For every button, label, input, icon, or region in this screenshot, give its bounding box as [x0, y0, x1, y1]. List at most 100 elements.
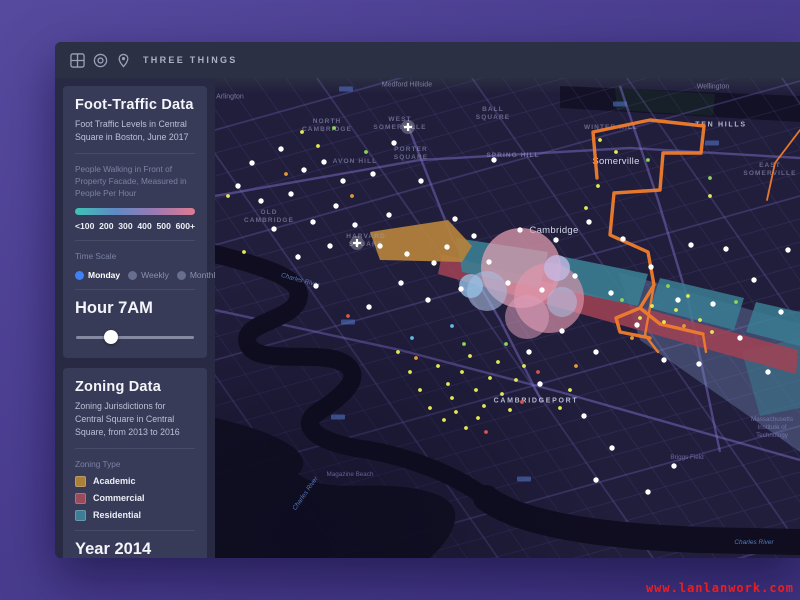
road-label-chip [341, 320, 355, 325]
measure-note: People Walking in Front of Property Faca… [75, 163, 195, 200]
traffic-bubble [505, 295, 549, 339]
foot-traffic-title: Foot-Traffic Data [75, 97, 195, 113]
traffic-dot [508, 408, 512, 412]
commercial-swatch [75, 493, 86, 504]
traffic-dot [346, 314, 350, 318]
tick-label: 300 [118, 221, 132, 231]
traffic-dot [242, 250, 246, 254]
tick-label: 500 [157, 221, 171, 231]
traffic-dot [504, 342, 508, 346]
traffic-dot [614, 150, 618, 154]
traffic-dot [598, 138, 602, 142]
watermark: www.lanlanwork.com [646, 581, 794, 595]
grid-icon[interactable] [70, 53, 85, 68]
traffic-dot [586, 219, 591, 224]
traffic-dot [278, 146, 283, 151]
tick-label: 400 [137, 221, 151, 231]
map-data-layer [215, 78, 800, 558]
traffic-dot [696, 361, 701, 366]
traffic-dot [486, 259, 491, 264]
traffic-dot [332, 126, 336, 130]
traffic-dot [596, 184, 600, 188]
year-label: Year 2014 [75, 540, 195, 558]
foot-traffic-panel: Foot-Traffic Data Foot Traffic Levels in… [63, 86, 207, 358]
traffic-dot [620, 236, 625, 241]
traffic-dot [452, 216, 457, 221]
traffic-dot [593, 477, 598, 482]
traffic-dot [414, 356, 418, 360]
hour-slider-track[interactable] [76, 336, 194, 339]
foot-traffic-routes [593, 120, 800, 352]
traffic-dot [682, 324, 686, 328]
hour-slider-thumb[interactable] [104, 330, 118, 344]
traffic-dot [491, 157, 496, 162]
traffic-dot [442, 418, 446, 422]
traffic-dot [295, 254, 300, 259]
traffic-dot [454, 410, 458, 414]
traffic-dot [723, 246, 728, 251]
traffic-dot [258, 198, 263, 203]
traffic-dot [574, 364, 578, 368]
divider [75, 153, 195, 154]
traffic-dot [650, 304, 654, 308]
traffic-dot [488, 376, 492, 380]
traffic-dot [648, 264, 653, 269]
traffic-dot [271, 226, 276, 231]
hour-slider[interactable] [75, 330, 195, 345]
traffic-dot [671, 463, 676, 468]
map-pin-icon[interactable] [116, 53, 131, 68]
traffic-dot [708, 176, 712, 180]
traffic-dot [476, 416, 480, 420]
traffic-dot [662, 320, 666, 324]
traffic-dot [500, 392, 504, 396]
traffic-dot [505, 280, 510, 285]
traffic-dot [666, 284, 670, 288]
traffic-dot [584, 206, 588, 210]
traffic-dot [301, 167, 306, 172]
traffic-dot [468, 354, 472, 358]
traffic-dot [537, 381, 542, 386]
road-label-chip [331, 415, 345, 420]
time-scale-options: Monday Weekly Monthly [75, 270, 195, 280]
traffic-dot [410, 336, 414, 340]
tick-label: <100 [75, 221, 94, 231]
traffic-dot [396, 350, 400, 354]
traffic-dot [645, 489, 650, 494]
traffic-dot [386, 212, 391, 217]
traffic-bubbles [459, 228, 584, 339]
traffic-dot [737, 335, 742, 340]
traffic-dot [391, 140, 396, 145]
time-option-weekly[interactable]: Weekly [128, 270, 169, 280]
traffic-dot [608, 290, 613, 295]
zoning-title: Zoning Data [75, 379, 195, 395]
traffic-dot [630, 336, 634, 340]
time-option-monday[interactable]: Monday [75, 270, 120, 280]
traffic-dot [316, 144, 320, 148]
map-canvas[interactable]: ArlingtonMedford HillsideWellingtonNORTH… [215, 78, 800, 558]
traffic-dot [553, 237, 558, 242]
traffic-dot [522, 364, 526, 368]
divider [75, 240, 195, 241]
time-option-monthly[interactable]: Monthly [177, 270, 220, 280]
traffic-dot [428, 406, 432, 410]
traffic-dot [364, 150, 368, 154]
traffic-dot [708, 194, 712, 198]
traffic-dot [458, 286, 463, 291]
road-label-chip [613, 102, 627, 107]
traffic-gradient-legend [75, 208, 195, 215]
traffic-dot [593, 349, 598, 354]
divider [75, 448, 195, 449]
traffic-dot [558, 406, 562, 410]
traffic-bubble [459, 274, 483, 298]
traffic-dot [765, 369, 770, 374]
time-option-label: Monday [88, 270, 120, 280]
traffic-dot [539, 287, 544, 292]
hour-label: Hour 7AM [75, 299, 195, 318]
target-icon[interactable] [93, 53, 108, 68]
traffic-dot [462, 342, 466, 346]
radio-icon [128, 271, 137, 280]
zoning-subtitle: Zoning Jurisdictions for Central Square … [75, 400, 195, 438]
traffic-dot [710, 301, 715, 306]
traffic-dot [517, 227, 522, 232]
traffic-dot [366, 304, 371, 309]
